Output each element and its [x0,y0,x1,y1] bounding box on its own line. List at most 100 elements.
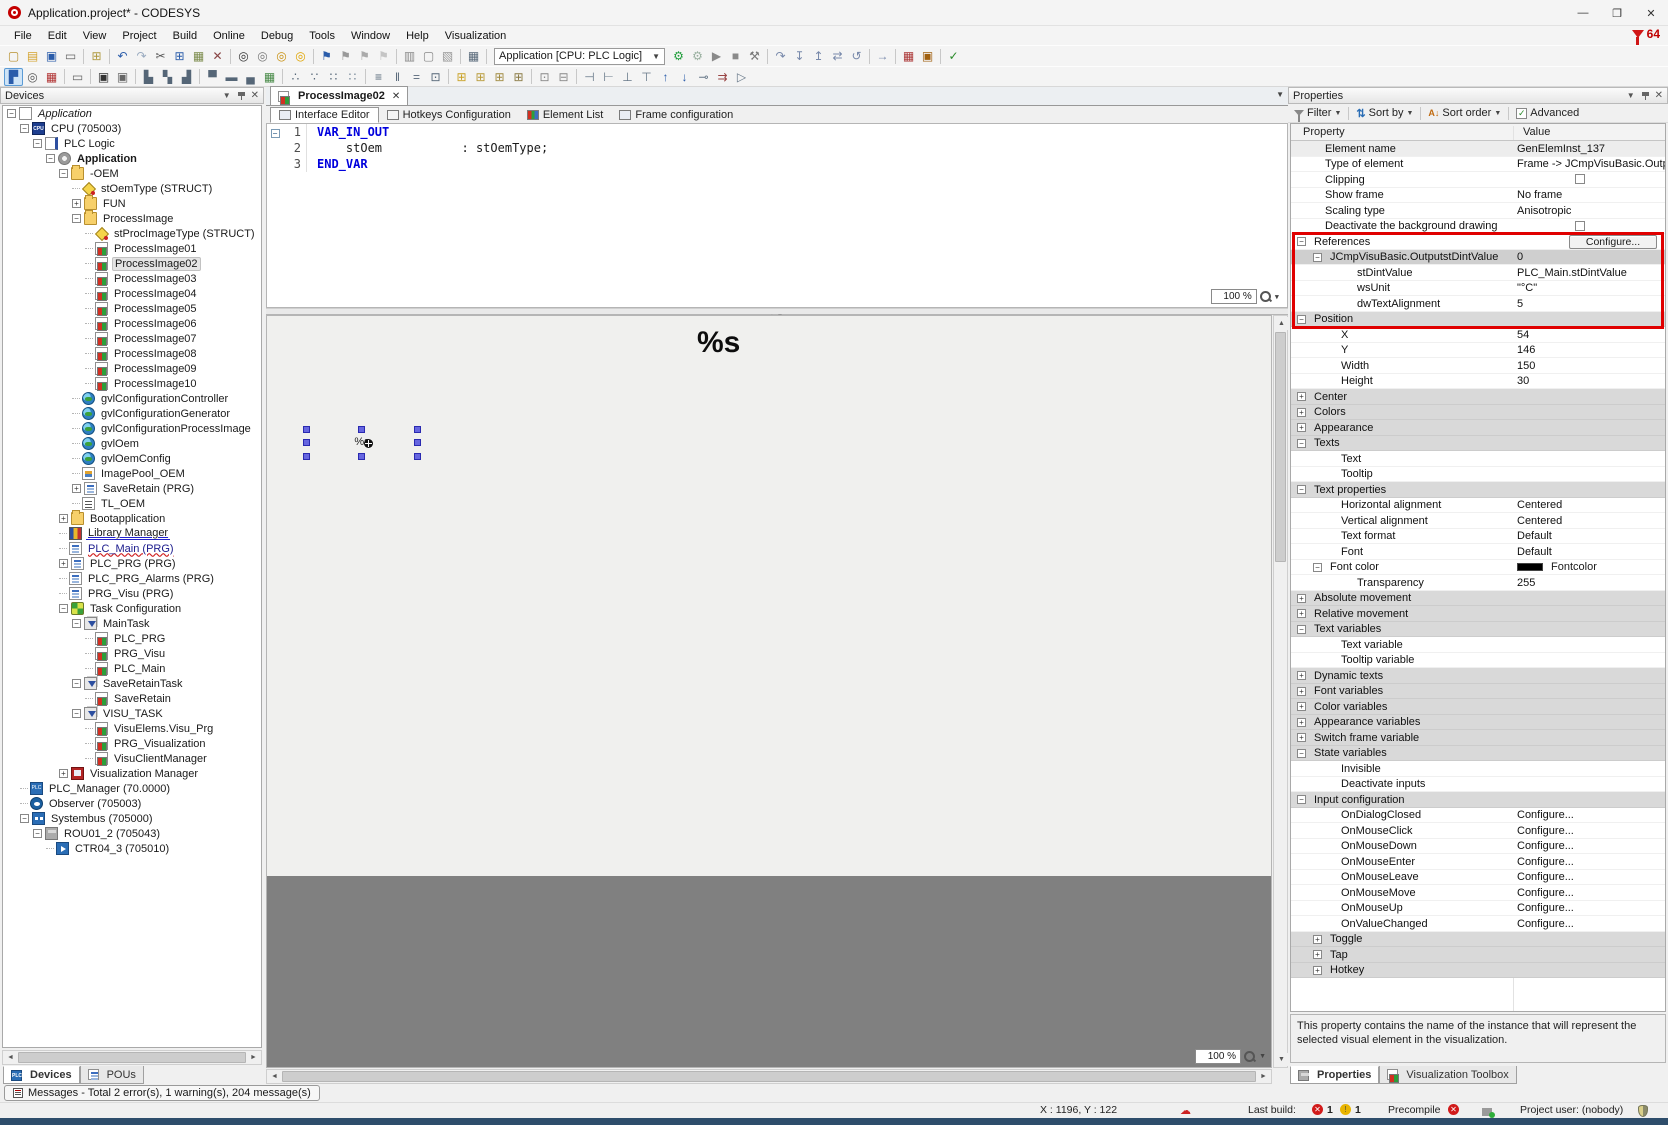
property-row-wsunit[interactable]: wsUnit"°C" [1291,281,1665,297]
dialog-settings-icon[interactable]: ▭ [68,68,87,86]
property-row-deactivate-the-background-drawing[interactable]: Deactivate the background drawing [1291,219,1665,235]
tree-item-ctr04-3-705010[interactable]: CTR04_3 (705010) [3,841,261,856]
same-width-icon[interactable]: ≡ [369,68,388,86]
tree-item-processimage05[interactable]: ProcessImage05 [3,301,261,316]
expander-icon[interactable]: + [72,199,81,208]
message-filter-indicator[interactable]: 64 [1632,27,1660,41]
expander-icon[interactable]: + [1313,966,1322,975]
selected-visu-element[interactable]: %s [306,429,418,457]
syntax-check-icon[interactable]: ✓ [944,47,963,65]
tree-item-processimage07[interactable]: ProcessImage07 [3,331,261,346]
expander-icon[interactable]: + [1297,671,1306,680]
tab-close-icon[interactable]: ✕ [392,91,400,102]
visu-style-a-icon[interactable]: ▣ [94,68,113,86]
tree-item-saveretain-prg[interactable]: +SaveRetain (PRG) [3,481,261,496]
expander-icon[interactable]: − [1297,485,1306,494]
resize-handle-ne[interactable] [414,426,421,433]
align-bottom-icon[interactable]: ▄ [241,68,260,86]
tree-item-processimage04[interactable]: ProcessImage04 [3,286,261,301]
tree-item-application[interactable]: −Application [3,106,261,121]
expander-icon[interactable]: − [1297,795,1306,804]
tree-item-prg-visu[interactable]: PRG_Visu [3,646,261,661]
visu-style-b-icon[interactable]: ▣ [113,68,132,86]
property-row-tap[interactable]: +Tap [1291,947,1665,963]
write-values-icon[interactable]: → [873,47,892,65]
property-row-font[interactable]: FontDefault [1291,544,1665,560]
tree-item-processimage08[interactable]: ProcessImage08 [3,346,261,361]
code-line-3[interactable]: 3END_VAR [267,156,1287,172]
expander-icon[interactable]: + [1297,609,1306,618]
editor-splitter[interactable]: ▲▼ [266,308,1288,315]
element-list-view-icon[interactable]: ▦ [42,68,61,86]
copy-icon[interactable]: ⊞ [170,47,189,65]
stop-icon[interactable]: ■ [726,47,745,65]
move-up-icon[interactable]: ↑ [656,68,675,86]
expander-icon[interactable]: + [72,484,81,493]
save-project-icon[interactable]: ▣ [42,47,61,65]
expander-icon[interactable]: + [1297,392,1306,401]
send-to-back-icon[interactable]: ⊞ [509,68,528,86]
expander-icon[interactable]: − [72,214,81,223]
previous-bookmark-icon[interactable]: ⚑ [336,47,355,65]
move-down-icon[interactable]: ↓ [675,68,694,86]
interface-editor-pane[interactable]: −1VAR_IN_OUT2 stOem : stOemType;3END_VAR… [266,123,1288,308]
zoom-dropdown-icon[interactable]: ▼ [1259,1053,1266,1060]
property-row-font-color[interactable]: −Font colorFontcolor [1291,560,1665,576]
active-application-combo[interactable]: Application [CPU: PLC Logic]▼ [494,48,665,65]
tree-item-plc-main-prg[interactable]: PLC_Main (PRG) [3,541,261,556]
tree-item-cpu-705003[interactable]: −CPU (705003) [3,121,261,136]
subtab-frame-configuration[interactable]: Frame configuration [611,107,741,123]
property-row-deactivate-inputs[interactable]: Deactivate inputs [1291,777,1665,793]
panel-tab-pous[interactable]: POUs [80,1066,144,1084]
visu-horizontal-scrollbar[interactable]: ◄ ► [266,1069,1272,1084]
logout-icon[interactable]: ⚙ [688,47,707,65]
property-row-invisible[interactable]: Invisible [1291,761,1665,777]
tree-item-systembus-705000[interactable]: −Systembus (705000) [3,811,261,826]
sort-by-button[interactable]: ⇅ Sort by▼ [1356,107,1413,120]
object-properties-icon[interactable]: ▧ [438,47,457,65]
tree-item-processimage[interactable]: −ProcessImage [3,211,261,226]
checkbox[interactable] [1575,174,1585,184]
frame-selection-icon[interactable]: ⊡ [426,68,445,86]
property-row-tooltip-variable[interactable]: Tooltip variable [1291,653,1665,669]
tree-item-fun[interactable]: +FUN [3,196,261,211]
relink-icon[interactable]: ⇉ [713,68,732,86]
run-to-cursor-icon[interactable]: ⇄ [828,47,847,65]
expander-icon[interactable]: − [1313,563,1322,572]
property-row-text-variables[interactable]: −Text variables [1291,622,1665,638]
reset-warm-icon[interactable]: ↺ [847,47,866,65]
tree-item-oem[interactable]: −-OEM [3,166,261,181]
panel-menu-icon[interactable]: ▼ [223,91,231,100]
distribute-v-2-icon[interactable]: ∷ [343,68,362,86]
print-icon[interactable]: ▭ [61,47,80,65]
scroll-right-icon[interactable]: ► [1256,1070,1271,1083]
magnifier-icon[interactable] [1259,290,1273,304]
maximize-button[interactable]: ❐ [1600,0,1634,26]
code-zoom-level[interactable]: 100 % [1211,289,1257,304]
expander-icon[interactable]: − [7,109,16,118]
watch-list-icon[interactable]: ▦ [464,47,483,65]
new-object-icon[interactable]: ▢ [419,47,438,65]
align-center-icon[interactable]: ▚ [158,68,177,86]
property-row-height[interactable]: Height30 [1291,374,1665,390]
property-row-references[interactable]: −ReferencesConfigure... [1291,234,1665,250]
expander-icon[interactable]: + [1313,950,1322,959]
visualization-canvas[interactable]: %s %s [266,315,1272,1068]
property-row-transparency[interactable]: Transparency255 [1291,575,1665,591]
tree-item-plc-prg[interactable]: PLC_PRG [3,631,261,646]
property-row-width[interactable]: Width150 [1291,358,1665,374]
devices-horizontal-scrollbar[interactable]: ◄ ► [2,1050,262,1065]
tree-item-prg-visualization[interactable]: PRG_Visualization [3,736,261,751]
resize-handle-w[interactable] [303,439,310,446]
new-project-icon[interactable]: ▢ [4,47,23,65]
sort-order-button[interactable]: A↓ Sort order▼ [1428,107,1501,119]
property-value[interactable]: Configure... [1517,918,1574,930]
property-row-onmouseleave[interactable]: OnMouseLeaveConfigure... [1291,870,1665,886]
property-row-scaling-type[interactable]: Scaling typeAnisotropic [1291,203,1665,219]
subtab-hotkeys-configuration[interactable]: Hotkeys Configuration [379,107,519,123]
flow-control-icon[interactable]: ▦ [899,47,918,65]
property-row-center[interactable]: +Center [1291,389,1665,405]
expander-icon[interactable]: − [59,169,68,178]
visualization-select-mode-icon[interactable]: ▛ [4,68,23,86]
fold-icon[interactable]: − [271,129,280,138]
